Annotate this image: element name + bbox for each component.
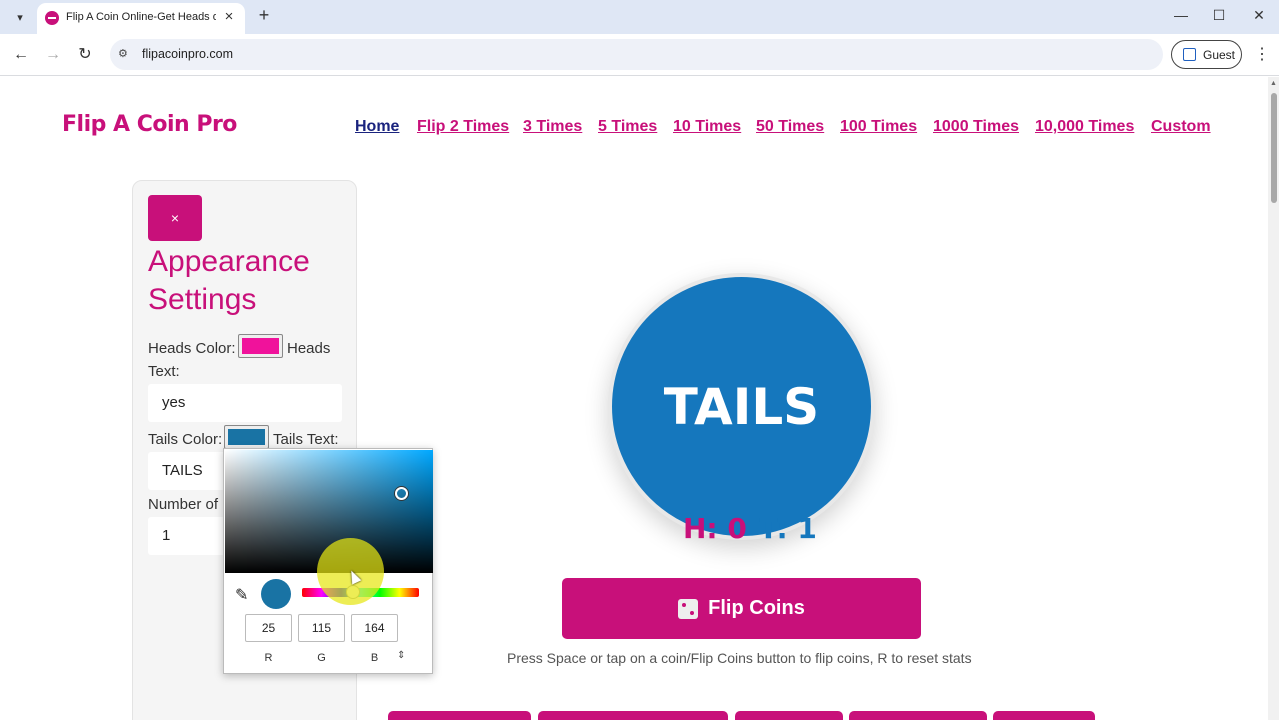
blue-input[interactable]: 164 — [351, 614, 398, 642]
color-preview-swatch — [261, 579, 291, 609]
nav-flip-2-times[interactable]: Flip 2 Times — [417, 118, 509, 136]
site-logo[interactable]: Flip A Coin Pro — [62, 112, 237, 137]
heads-color-label: Heads Color: — [148, 340, 236, 357]
scroll-up-icon[interactable]: ▲ — [1270, 80, 1277, 87]
nav-100-times[interactable]: 100 Times — [840, 118, 917, 136]
close-window-icon[interactable]: ✕ — [1249, 7, 1269, 24]
mode-button-1[interactable] — [388, 711, 531, 720]
blue-label: B — [370, 652, 379, 664]
coin[interactable]: TAILS — [608, 273, 875, 540]
profile-icon — [1183, 48, 1196, 61]
coin-face-text: TAILS — [663, 377, 820, 436]
nav-5-times[interactable]: 5 Times — [598, 118, 657, 136]
tab-search-icon[interactable]: ▾ — [8, 5, 32, 29]
nav-10-times[interactable]: 10 Times — [673, 118, 741, 136]
heads-count: H: 0 — [683, 512, 747, 545]
tab-title: Flip A Coin Online-Get Heads or Tails — [66, 11, 216, 23]
nav-home[interactable]: Home — [355, 118, 399, 136]
new-tab-icon[interactable]: + — [254, 5, 274, 25]
back-icon[interactable]: ← — [10, 44, 32, 66]
red-input[interactable]: 25 — [245, 614, 292, 642]
forward-icon[interactable]: → — [42, 44, 64, 66]
flip-coins-label: Flip Coins — [708, 597, 805, 619]
tails-text-label: Tails Text: — [273, 431, 339, 448]
green-input[interactable]: 115 — [298, 614, 345, 642]
page-content: Flip A Coin Pro Home Flip 2 Times 3 Time… — [0, 77, 1268, 720]
green-label: G — [317, 652, 326, 664]
close-tab-icon[interactable]: × — [220, 8, 238, 26]
scroll-thumb[interactable] — [1271, 93, 1277, 203]
color-mode-toggle-icon[interactable]: ⇕ — [397, 650, 405, 661]
heads-text-input[interactable]: yes — [148, 384, 342, 422]
eyedropper-icon[interactable]: ✎ — [235, 585, 248, 605]
heads-text-label-cont: Text: — [148, 363, 180, 380]
heads-color-swatch[interactable] — [238, 334, 283, 358]
flip-stats: H: 0 T: 1 — [683, 512, 817, 545]
favicon-icon — [45, 11, 59, 25]
site-info-icon[interactable]: ⚙ — [118, 47, 132, 61]
tails-count: T: 1 — [758, 512, 817, 545]
nav-50-times[interactable]: 50 Times — [756, 118, 824, 136]
tails-color-swatch[interactable] — [224, 425, 269, 449]
nav-10000-times[interactable]: 10,000 Times — [1035, 118, 1134, 136]
tab-strip: ▾ Flip A Coin Online-Get Heads or Tails … — [0, 0, 1279, 34]
tails-color-label: Tails Color: — [148, 431, 223, 448]
page-scrollbar[interactable]: ▲ — [1268, 77, 1279, 720]
nav-custom[interactable]: Custom — [1151, 118, 1211, 136]
browser-toolbar: ← → ↻ ⚙ flipacoinpro.com Guest ⋮ — [0, 34, 1279, 76]
settings-title: Appearance Settings — [148, 245, 310, 316]
nav-3-times[interactable]: 3 Times — [523, 118, 582, 136]
reload-icon[interactable]: ↻ — [74, 44, 96, 66]
url-text[interactable]: flipacoinpro.com — [142, 47, 233, 61]
red-label: R — [264, 652, 273, 664]
address-bar[interactable]: ⚙ flipacoinpro.com — [110, 39, 1163, 70]
saturation-handle[interactable] — [395, 487, 408, 500]
mode-button-5[interactable] — [993, 711, 1095, 720]
dice-icon — [678, 598, 699, 619]
number-of-coins-label: Number of — [148, 496, 219, 513]
active-tab[interactable]: Flip A Coin Online-Get Heads or Tails × — [37, 3, 245, 34]
minimize-icon[interactable]: — — [1171, 7, 1191, 23]
nav-1000-times[interactable]: 1000 Times — [933, 118, 1019, 136]
browser-menu-icon[interactable]: ⋮ — [1254, 44, 1270, 64]
mode-button-2[interactable] — [538, 711, 728, 720]
profile-button[interactable]: Guest — [1171, 40, 1242, 69]
profile-label: Guest — [1203, 48, 1236, 62]
mode-button-3[interactable] — [735, 711, 843, 720]
heads-text-label: Heads — [287, 340, 331, 357]
mode-button-4[interactable] — [849, 711, 987, 720]
maximize-icon[interactable]: ☐ — [1209, 7, 1229, 24]
close-settings-button[interactable]: × — [148, 195, 202, 241]
flip-coins-button[interactable]: Flip Coins — [562, 578, 921, 639]
keyboard-hint: Press Space or tap on a coin/Flip Coins … — [507, 650, 972, 666]
